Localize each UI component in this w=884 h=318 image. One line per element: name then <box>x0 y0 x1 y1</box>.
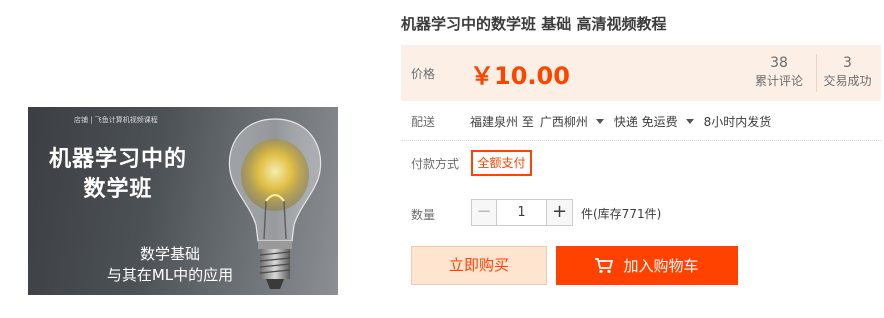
add-to-cart-label: 加入购物车 <box>623 257 699 275</box>
product-image[interactable]: 店铺 | 飞鱼计算机视频课程 机器学习中的 数学班 数学基础 与其在ML中的应用 <box>28 107 338 295</box>
divider <box>401 140 881 141</box>
shipping-row: 福建泉州 至 广西柳州 快递 免运费 8小时内发货 <box>470 113 777 130</box>
add-to-cart-button[interactable]: 加入购物车 <box>556 246 738 285</box>
quantity-decrease-button[interactable]: − <box>471 199 497 226</box>
reviews-label: 累计评论 <box>754 74 803 88</box>
price-value: ￥10.00 <box>470 62 570 90</box>
deals-stat: 3 交易成功 <box>816 54 878 92</box>
image-shop-text: 店铺 | 飞鱼计算机视频课程 <box>74 116 158 124</box>
buy-now-button[interactable]: 立即购买 <box>411 246 547 285</box>
payment-option-full[interactable]: 全额支付 <box>471 150 532 176</box>
shipping-method[interactable]: 快递 免运费 <box>614 113 678 130</box>
price-box: 价格 ￥10.00 38 累计评论 3 交易成功 <box>401 45 881 101</box>
deals-label: 交易成功 <box>823 74 872 88</box>
quantity-label: 数量 <box>411 208 436 222</box>
image-title-line1: 机器学习中的 <box>48 147 187 172</box>
image-title: 机器学习中的 数学班 <box>28 145 208 205</box>
shipping-label: 配送 <box>411 115 436 129</box>
chevron-down-icon[interactable] <box>595 119 604 124</box>
light-bulb-icon <box>228 118 322 289</box>
price-label: 价格 <box>411 67 436 81</box>
quantity-input[interactable]: 1 <box>496 199 547 226</box>
shipping-from: 福建泉州 至 <box>470 115 534 129</box>
shipping-time: 8小时内发货 <box>703 115 772 129</box>
cart-icon <box>595 257 614 273</box>
reviews-stat[interactable]: 38 累计评论 <box>749 54 809 92</box>
deals-count: 3 <box>843 55 852 71</box>
image-title-line2: 数学班 <box>83 177 153 202</box>
product-title: 机器学习中的数学班 基础 高清视频教程 <box>401 15 667 33</box>
chevron-down-icon[interactable] <box>685 119 694 124</box>
reviews-count: 38 <box>770 55 788 71</box>
stock-info: 件(库存771件) <box>581 207 662 221</box>
quantity-increase-button[interactable]: + <box>546 199 573 226</box>
payment-label: 付款方式 <box>411 157 460 171</box>
shipping-destination[interactable]: 广西柳州 <box>540 113 588 130</box>
